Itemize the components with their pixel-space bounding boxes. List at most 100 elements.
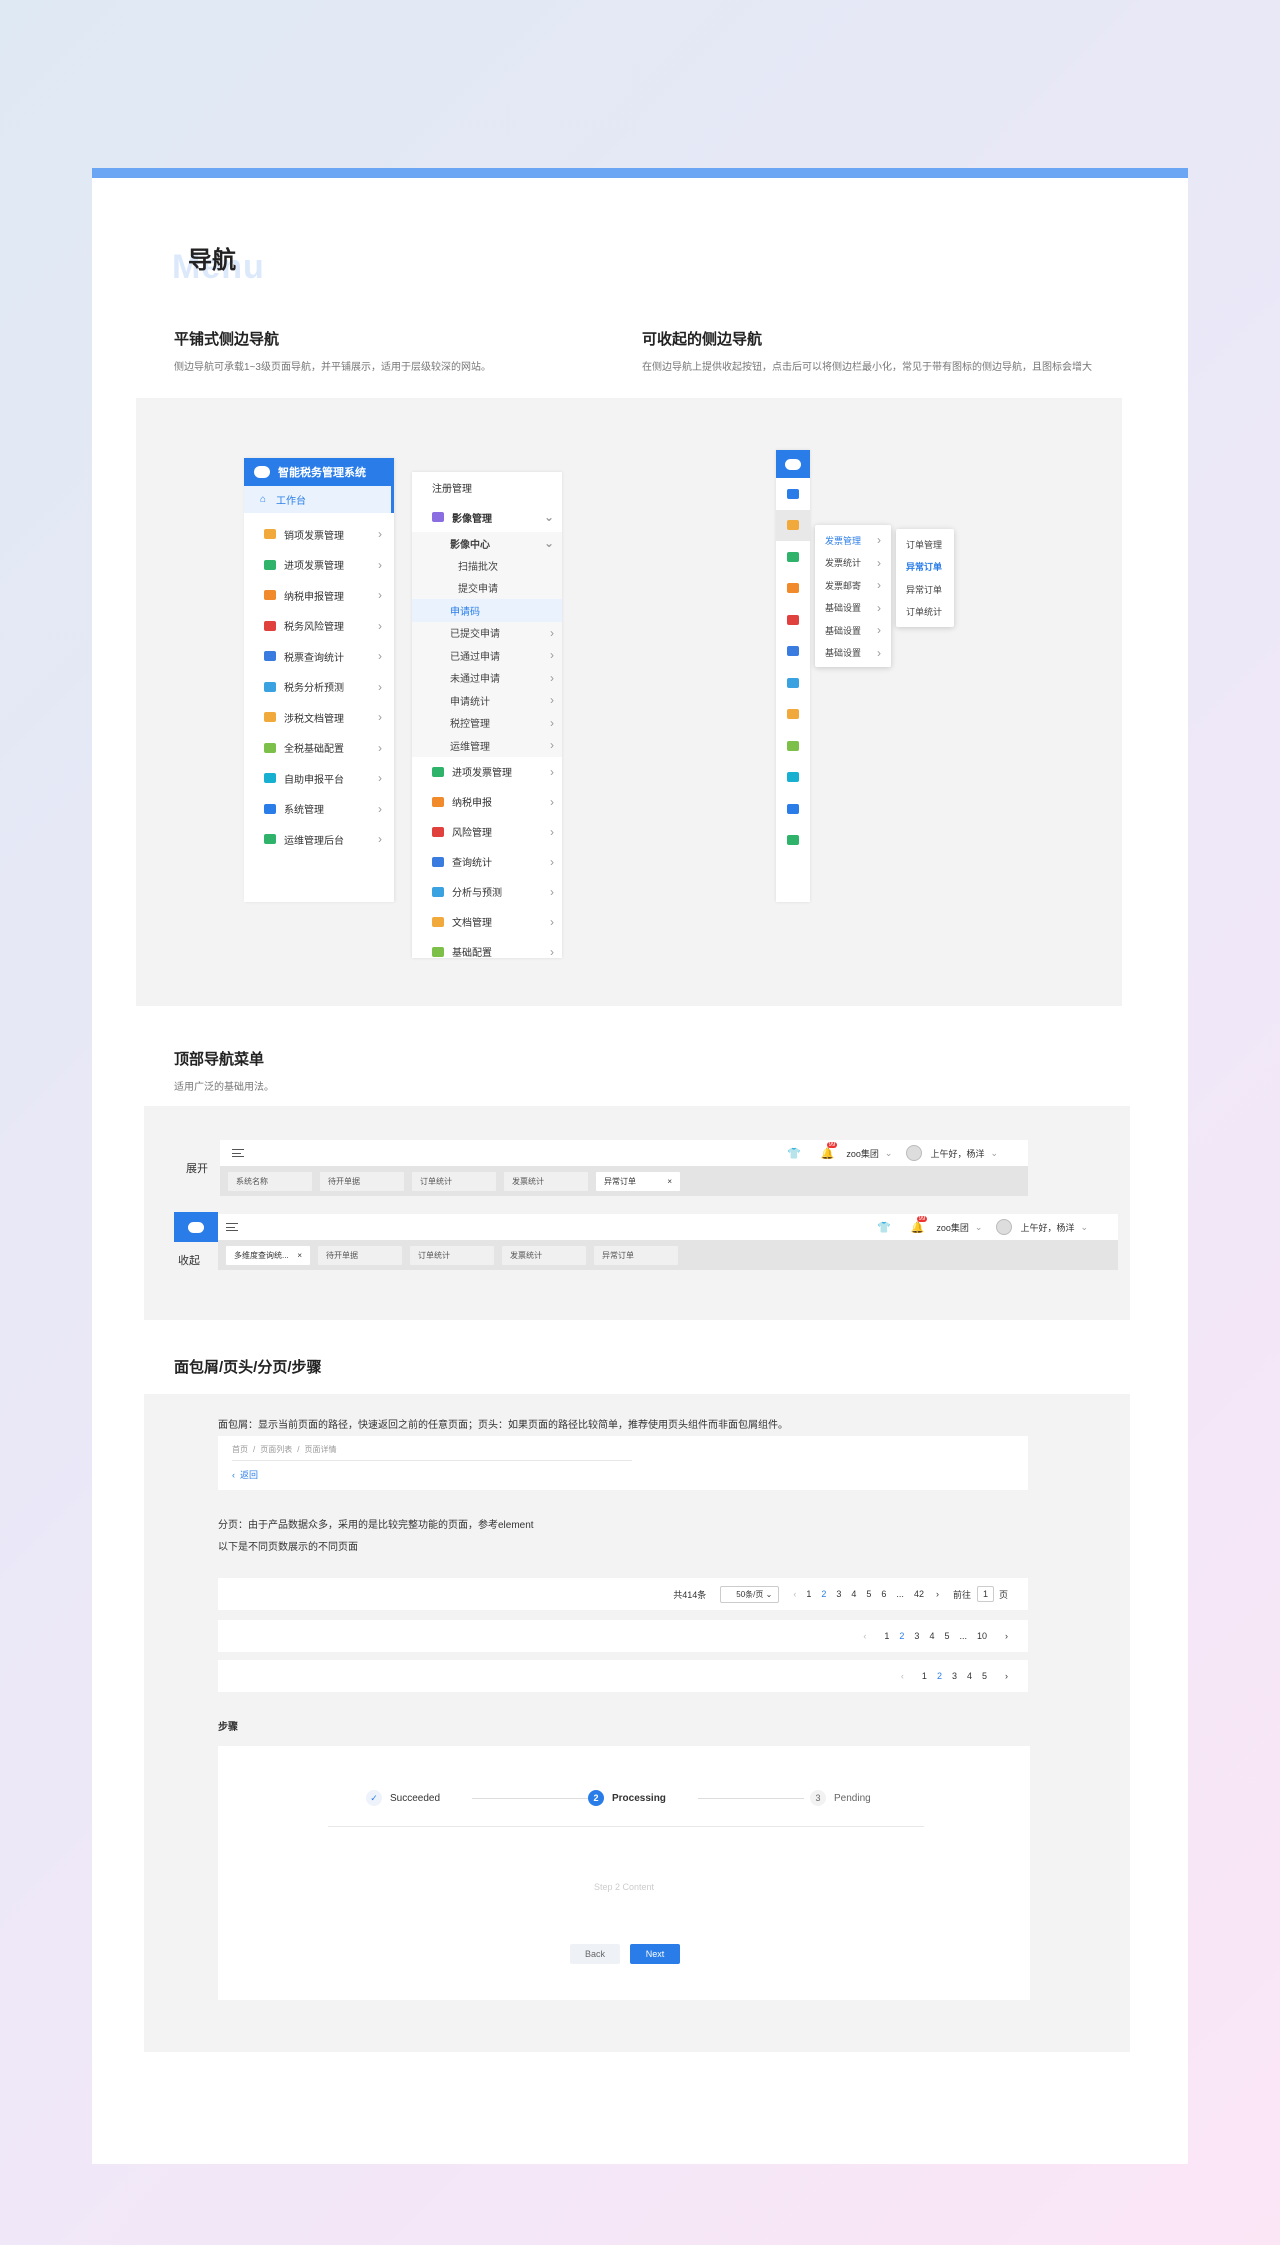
page-number[interactable]: 5	[944, 1631, 949, 1641]
collapsed-menu-icon[interactable]	[776, 730, 810, 762]
collapsed-menu-icon[interactable]	[776, 478, 810, 510]
tab-item[interactable]: 订单统计	[412, 1171, 496, 1191]
org-switcher[interactable]: zoo集团	[846, 1147, 879, 1160]
sidebar-item[interactable]: 系统管理 ›	[244, 794, 394, 825]
sidebar-item[interactable]: 纳税申报管理 ›	[244, 580, 394, 611]
collapsed-menu-icon[interactable]	[776, 541, 810, 573]
page-number[interactable]: 1	[884, 1631, 889, 1641]
page-number[interactable]: 6	[881, 1589, 886, 1599]
cloud-logo-icon[interactable]	[174, 1212, 218, 1242]
page-number[interactable]: 5	[982, 1671, 987, 1681]
page-number[interactable]: 3	[836, 1589, 841, 1599]
flyout-item[interactable]: 发票管理 ›	[815, 529, 891, 552]
page-number[interactable]: 3	[914, 1631, 919, 1641]
collapsed-menu-icon[interactable]	[776, 636, 810, 668]
collapsed-menu-icon[interactable]	[776, 762, 810, 794]
collapsed-menu-icon[interactable]	[776, 699, 810, 731]
page-number[interactable]: 1	[922, 1671, 927, 1681]
sidebar-subitem[interactable]: 税控管理 ›	[412, 711, 562, 734]
sidebar-item[interactable]: 运维管理后台 ›	[244, 824, 394, 855]
sidebar-item-register[interactable]: 注册管理	[412, 472, 562, 502]
sidebar-item[interactable]: 纳税申报 ›	[412, 787, 562, 817]
tab-item[interactable]: 发票统计	[502, 1245, 586, 1265]
tab-item[interactable]: 异常订单	[594, 1245, 678, 1265]
next-button[interactable]: Next	[630, 1944, 680, 1964]
page-number[interactable]: 2	[937, 1671, 942, 1681]
page-number[interactable]: 42	[914, 1589, 924, 1599]
avatar[interactable]	[996, 1219, 1013, 1235]
sidebar-item[interactable]: 涉税文档管理 ›	[244, 702, 394, 733]
flyout-item[interactable]: 发票邮寄 ›	[815, 574, 891, 597]
back-button[interactable]: Back	[570, 1944, 620, 1964]
sidebar-item[interactable]: 基础配置 ›	[412, 937, 562, 958]
org-switcher[interactable]: zoo集团	[936, 1221, 969, 1234]
sidebar-item[interactable]: 税务分析预测 ›	[244, 672, 394, 703]
flyout-item[interactable]: 基础设置 ›	[815, 619, 891, 642]
breadcrumb-item[interactable]: 页面列表	[260, 1444, 292, 1455]
bell-icon[interactable]: 🔔 99	[911, 1215, 928, 1234]
flyout-item[interactable]: 基础设置 ›	[815, 597, 891, 620]
collapsed-menu-icon[interactable]	[776, 509, 810, 541]
flyout-item[interactable]: 异常订单	[896, 578, 954, 601]
sidebar-item[interactable]: 税票查询统计 ›	[244, 641, 394, 672]
breadcrumb-item[interactable]: 首页	[232, 1444, 248, 1455]
tab-item[interactable]: 待开单据	[318, 1245, 402, 1265]
page-number[interactable]: 4	[929, 1631, 934, 1641]
sidebar-item[interactable]: 销项发票管理 ›	[244, 519, 394, 550]
page-number[interactable]: 10	[977, 1631, 987, 1641]
flyout-item[interactable]: 发票统计 ›	[815, 552, 891, 575]
sidebar-item-workbench[interactable]: ⌂ 工作台	[244, 486, 394, 513]
prev-page-button[interactable]: ‹	[901, 1671, 904, 1681]
page-number[interactable]: 4	[851, 1589, 856, 1599]
flyout-item[interactable]: 订单统计	[896, 601, 954, 624]
flyout-item[interactable]: 基础设置 ›	[815, 642, 891, 665]
next-page-button[interactable]: ›	[1005, 1631, 1008, 1641]
page-number[interactable]: 2	[821, 1589, 826, 1599]
bell-icon[interactable]: 🔔 99	[821, 1141, 838, 1160]
sidebar-item[interactable]: 分析与预测 ›	[412, 877, 562, 907]
next-page-button[interactable]: ›	[936, 1589, 939, 1599]
sidebar-subitem[interactable]: 提交申请	[412, 576, 562, 599]
flyout-item[interactable]: 订单管理	[896, 533, 954, 556]
collapsed-menu-icon[interactable]	[776, 573, 810, 605]
sidebar-item[interactable]: 自助申报平台 ›	[244, 763, 394, 794]
sidebar-item[interactable]: 全税基础配置 ›	[244, 733, 394, 764]
page-size-select[interactable]: 50条/页 ⌄	[720, 1585, 780, 1603]
tab-item[interactable]: 异常订单 ×	[596, 1171, 680, 1191]
sidebar-subitem[interactable]: 未通过申请 ›	[412, 666, 562, 689]
shirt-icon[interactable]: 👕	[877, 1221, 891, 1234]
close-icon[interactable]: ×	[667, 1177, 672, 1186]
tab-item[interactable]: 多维度查询统... ×	[226, 1245, 310, 1265]
flyout-item[interactable]: 异常订单	[896, 556, 954, 579]
tab-item[interactable]: 订单统计	[410, 1245, 494, 1265]
sidebar-item[interactable]: 税务风险管理 ›	[244, 611, 394, 642]
collapsed-menu-icon[interactable]	[776, 793, 810, 825]
tab-item[interactable]: 发票统计	[504, 1171, 588, 1191]
sidebar-subitem[interactable]: 已提交申请 ›	[412, 621, 562, 644]
collapsed-menu-icon[interactable]	[776, 667, 810, 699]
page-number[interactable]: 2	[899, 1631, 904, 1641]
shirt-icon[interactable]: 👕	[787, 1147, 801, 1160]
sidebar-subitem[interactable]: 申请码	[412, 599, 562, 622]
goto-input[interactable]: 1	[976, 1586, 994, 1602]
tab-item[interactable]: 系统名称	[228, 1171, 312, 1191]
menu-toggle-icon[interactable]	[232, 1149, 244, 1157]
page-header-back[interactable]: ‹ 返回	[232, 1468, 258, 1481]
cloud-logo-icon[interactable]	[776, 450, 810, 478]
close-icon[interactable]: ×	[297, 1251, 302, 1260]
page-number[interactable]: 4	[967, 1671, 972, 1681]
next-page-button[interactable]: ›	[1005, 1671, 1008, 1681]
sidebar-item[interactable]: 进项发票管理 ›	[244, 550, 394, 581]
page-number[interactable]: 3	[952, 1671, 957, 1681]
sidebar-item[interactable]: 查询统计 ›	[412, 847, 562, 877]
sidebar-item[interactable]: 进项发票管理 ›	[412, 757, 562, 787]
sidebar-group-image[interactable]: 影像管理 ⌄	[412, 502, 562, 532]
sidebar-subitem[interactable]: 扫描批次	[412, 554, 562, 577]
sidebar-subitem[interactable]: 运维管理 ›	[412, 734, 562, 757]
avatar[interactable]	[906, 1145, 923, 1161]
sidebar-subitem[interactable]: 申请统计 ›	[412, 689, 562, 712]
prev-page-button[interactable]: ‹	[863, 1631, 866, 1641]
sidebar-subitem[interactable]: 已通过申请 ›	[412, 644, 562, 667]
menu-toggle-icon[interactable]	[226, 1223, 238, 1231]
collapsed-menu-icon[interactable]	[776, 604, 810, 636]
